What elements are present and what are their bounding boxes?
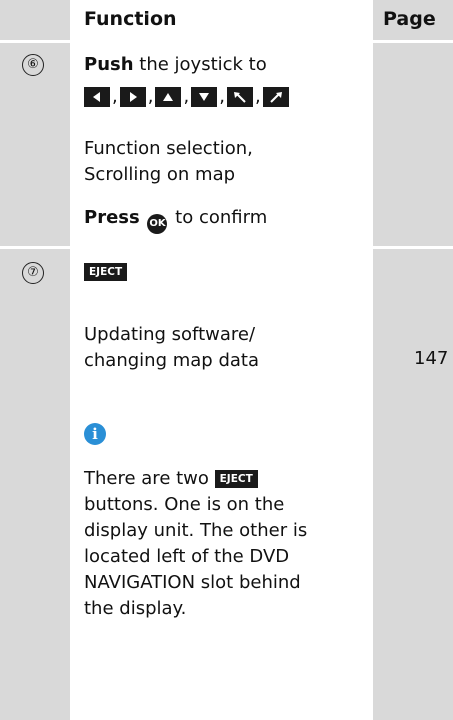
eject-button-icon: EJECT [214, 470, 258, 488]
note-line-5: NAVIGATION slot behind [84, 572, 301, 593]
note-line-6: the display. [84, 598, 187, 619]
press-text: to confirm [169, 207, 268, 228]
note-line-1: There are two EJECT [84, 466, 307, 492]
diagonal-up-right-icon [262, 87, 289, 107]
down-arrow-icon [191, 87, 218, 107]
description-line-1: Function selection, [84, 138, 253, 159]
number-column [0, 0, 70, 720]
update-description: Updating software/ changing map data [84, 322, 259, 374]
info-icon: i [84, 423, 106, 445]
update-line-2: changing map data [84, 350, 259, 371]
page-reference: 147 [414, 348, 449, 369]
joystick-directions: , , , , , [84, 83, 289, 107]
up-arrow-icon [155, 87, 182, 107]
update-line-1: Updating software/ [84, 324, 256, 345]
function-table: Function Page ⑥ Push the joystick to , ,… [0, 0, 453, 720]
description-line-2: Scrolling on map [84, 164, 236, 185]
diagonal-up-left-icon [226, 87, 253, 107]
row-number-6: ⑥ [22, 54, 44, 76]
eject-button-icon: EJECT [84, 263, 128, 281]
push-label: Push [84, 54, 134, 75]
note-line-2: buttons. One is on the [84, 494, 285, 515]
press-instruction: Press OK to confirm [84, 205, 267, 234]
row-number-7: ⑦ [22, 262, 44, 284]
eject-row: EJECT [84, 259, 128, 285]
row-divider [0, 246, 453, 249]
eject-note: There are two EJECT buttons. One is on t… [84, 466, 307, 622]
function-description: Function selection, Scrolling on map [84, 136, 253, 188]
press-label: Press [84, 207, 140, 228]
push-instruction: Push the joystick to [84, 52, 267, 78]
left-arrow-icon [84, 87, 110, 107]
push-text: the joystick to [133, 54, 267, 75]
right-arrow-icon [119, 87, 146, 107]
note-line-3: display unit. The other is [84, 520, 308, 541]
ok-button-icon: OK [147, 214, 168, 234]
header-function: Function [84, 8, 177, 30]
note-line-4: located left of the DVD [84, 546, 290, 567]
header-page: Page [383, 8, 436, 30]
header-divider [0, 40, 453, 43]
